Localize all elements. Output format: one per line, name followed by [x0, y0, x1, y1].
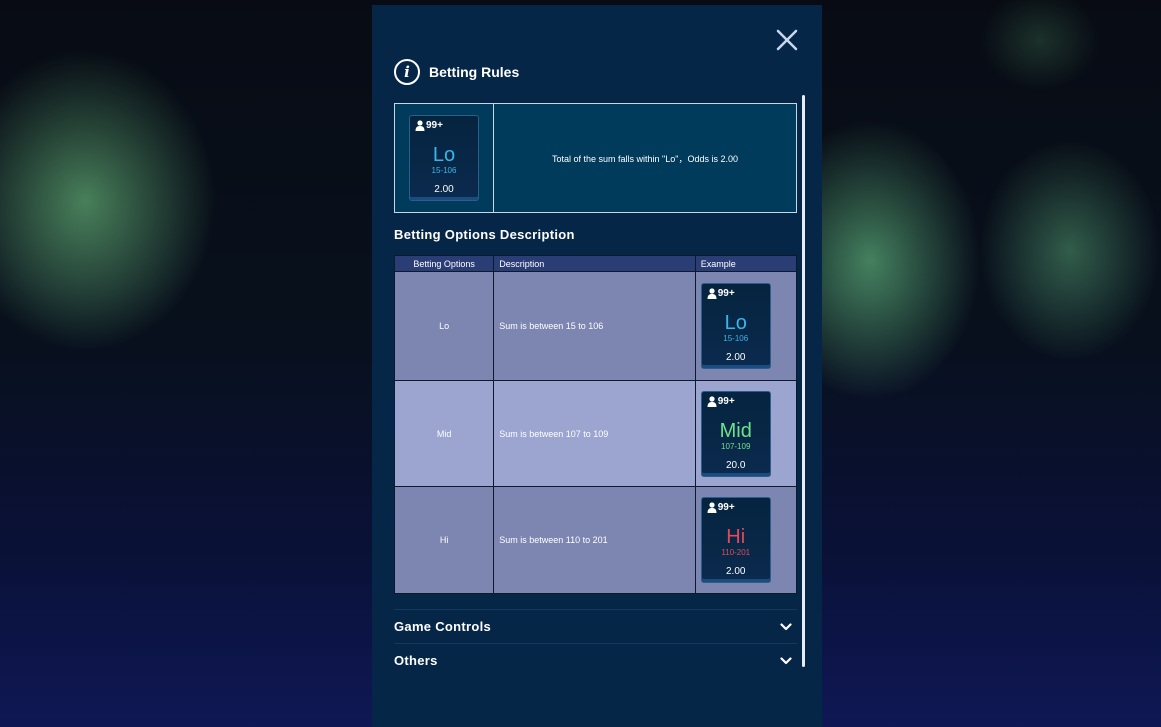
option-cell: Mid — [394, 380, 495, 487]
player-count-label: 99+ — [717, 395, 735, 407]
betting-options-table: Betting Options Description Example Lo S… — [394, 255, 798, 594]
bet-card-lo: 99+ Lo 15-106 2.00 — [700, 283, 771, 369]
example-cell: 99+ Mid 107-109 20.0 — [694, 380, 798, 487]
modal-header: i Betting Rules — [394, 59, 519, 85]
person-icon — [707, 288, 717, 299]
bet-card-hi: 99+ Hi 110-201 2.00 — [700, 497, 771, 583]
rule-text: Total of the sum falls within "Lo"，Odds … — [552, 153, 738, 164]
person-icon — [707, 395, 717, 407]
player-count-label: 99+ — [426, 120, 443, 131]
example-cell: 99+ Lo 15-106 2.00 — [694, 271, 798, 381]
player-count: 99+ — [707, 502, 735, 513]
rule-card-cell: 99+ Lo 15-106 2.00 — [395, 104, 494, 212]
example-cell: 99+ Hi 110-201 2.00 — [694, 486, 798, 594]
person-icon — [415, 120, 425, 131]
player-count: 99+ — [707, 396, 735, 407]
accordion-label: Game Controls — [394, 619, 492, 634]
table-row: Lo Sum is between 15 to 106 99+ Lo 15-10… — [394, 271, 798, 381]
table-header-row: Betting Options Description Example — [394, 255, 798, 272]
scrollbar[interactable] — [802, 95, 805, 667]
chevron-down-icon — [780, 656, 792, 664]
description-cell: Sum is between 110 to 201 — [493, 486, 696, 594]
person-icon — [707, 502, 717, 513]
table-header: Betting Options — [394, 255, 495, 272]
card-range: 107-109 — [721, 441, 751, 451]
card-odds: 2.00 — [434, 184, 454, 195]
table-row: Hi Sum is between 110 to 201 99+ Hi 110-… — [394, 486, 798, 594]
player-count-label: 99+ — [717, 288, 735, 299]
card-label: Lo — [724, 312, 747, 334]
card-label: Lo — [432, 144, 456, 166]
card-odds: 2.00 — [726, 566, 746, 577]
accordion-label: Others — [394, 653, 438, 668]
page-title: Betting Rules — [429, 64, 520, 80]
description-cell: Sum is between 15 to 106 — [493, 271, 696, 381]
close-button[interactable] — [774, 27, 800, 53]
betting-rules-modal: i Betting Rules 99+ Lo 15-106 2.00 Total… — [372, 5, 822, 727]
card-odds: 2.00 — [726, 352, 746, 363]
table-header: Description — [493, 255, 696, 272]
option-cell: Hi — [394, 486, 495, 594]
card-label: Hi — [726, 526, 746, 548]
table-header: Example — [694, 255, 798, 272]
accordion-game-controls[interactable]: Game Controls — [394, 609, 797, 643]
card-range: 15-106 — [431, 166, 457, 175]
rule-summary-box: 99+ Lo 15-106 2.00 Total of the sum fall… — [394, 103, 797, 213]
accordion-others[interactable]: Others — [394, 643, 797, 673]
bet-card-lo: 99+ Lo 15-106 2.00 — [409, 115, 479, 201]
player-count: 99+ — [707, 288, 735, 299]
card-odds: 20.0 — [726, 459, 746, 471]
rules-scroll-area[interactable]: 99+ Lo 15-106 2.00 Total of the sum fall… — [394, 103, 798, 673]
card-range: 15-106 — [723, 334, 749, 343]
option-cell: Lo — [394, 271, 495, 381]
player-count-label: 99+ — [717, 502, 735, 513]
description-cell: Sum is between 107 to 109 — [493, 380, 696, 487]
chevron-down-icon — [780, 622, 792, 630]
card-label: Mid — [719, 419, 752, 442]
info-icon: i — [394, 59, 420, 85]
player-count: 99+ — [415, 120, 443, 131]
close-icon — [776, 29, 798, 51]
card-range: 110-201 — [721, 548, 751, 557]
section-title: Betting Options Description — [394, 227, 575, 242]
table-row: Mid Sum is between 107 to 109 99+ Mid 10… — [394, 380, 798, 487]
bet-card-mid: 99+ Mid 107-109 20.0 — [700, 390, 771, 477]
